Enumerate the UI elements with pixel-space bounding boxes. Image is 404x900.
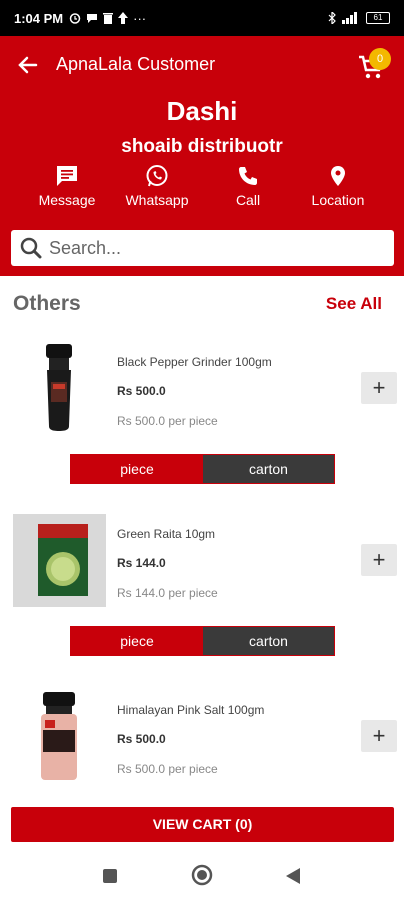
- call-label: Call: [235, 192, 261, 208]
- trash-notification-icon: [103, 13, 114, 24]
- product-name: Black Pepper Grinder 100gm: [117, 355, 272, 369]
- message-label: Message: [38, 192, 96, 208]
- product-per-piece-price: Rs 144.0 per piece: [117, 586, 218, 600]
- signal-icon: [342, 12, 357, 24]
- view-cart-button[interactable]: VIEW CART (0): [11, 807, 394, 842]
- notification-icons: ···: [69, 11, 146, 26]
- unit-piece-option[interactable]: piece: [71, 455, 203, 483]
- whatsapp-icon: [146, 165, 168, 187]
- search-icon: [20, 237, 42, 259]
- battery-icon: 61: [366, 12, 390, 24]
- product-name: Green Raita 10gm: [117, 527, 216, 541]
- product-price: Rs 500.0: [117, 732, 166, 746]
- search-bar[interactable]: [11, 230, 394, 266]
- unit-carton-option[interactable]: carton: [203, 627, 334, 655]
- product-card: Black Pepper Grinder 100gm Rs 500.0 Rs 5…: [0, 342, 404, 518]
- unit-toggle: piece carton: [70, 626, 335, 656]
- unit-toggle: piece carton: [70, 454, 335, 484]
- product-image-green-raita: [13, 514, 106, 607]
- status-time: 1:04 PM: [14, 10, 64, 26]
- phone-icon: [239, 167, 257, 185]
- app-notification-icon: [118, 12, 129, 24]
- message-icon: [57, 166, 77, 186]
- home-circle-icon[interactable]: [191, 864, 213, 886]
- see-all-link[interactable]: See All: [326, 294, 382, 314]
- alarm-icon: [69, 13, 81, 24]
- section-title: Others: [13, 292, 81, 315]
- section-header: Others See All: [0, 276, 404, 334]
- shop-header: ApnaLala Customer 0 Dashi shoaib distrib…: [0, 36, 404, 276]
- bluetooth-icon: [328, 12, 336, 24]
- chat-notification-icon: [87, 14, 98, 23]
- add-to-cart-button[interactable]: +: [361, 720, 397, 752]
- add-to-cart-button[interactable]: +: [361, 372, 397, 404]
- distributor-name: shoaib distribuotr: [121, 136, 283, 157]
- cart-count-badge: 0: [369, 48, 391, 70]
- message-button[interactable]: Message: [22, 164, 112, 208]
- location-pin-icon: [331, 166, 345, 186]
- app-title: ApnaLala Customer: [56, 54, 216, 74]
- product-card: Green Raita 10gm Rs 144.0 Rs 144.0 per p…: [0, 514, 404, 690]
- whatsapp-label: Whatsapp: [125, 192, 189, 208]
- whatsapp-button[interactable]: Whatsapp: [112, 164, 202, 208]
- product-image-pink-salt: [13, 690, 106, 783]
- product-name: Himalayan Pink Salt 100gm: [117, 703, 265, 717]
- product-price: Rs 144.0: [117, 556, 166, 570]
- recents-square-icon[interactable]: [102, 868, 118, 884]
- back-triangle-icon[interactable]: [285, 867, 301, 885]
- product-per-piece-price: Rs 500.0 per piece: [117, 762, 218, 776]
- status-bar: 1:04 PM ··· 61: [0, 0, 404, 36]
- contact-actions: Message Whatsapp Call Location: [0, 164, 404, 214]
- more-notifications-icon: ···: [133, 10, 147, 26]
- back-arrow-icon[interactable]: [14, 51, 42, 79]
- location-button[interactable]: Location: [293, 164, 383, 208]
- product-price: Rs 500.0: [117, 384, 166, 398]
- unit-piece-option[interactable]: piece: [71, 627, 203, 655]
- product-per-piece-price: Rs 500.0 per piece: [117, 414, 218, 428]
- search-input[interactable]: [49, 237, 369, 259]
- location-label: Location: [311, 192, 365, 208]
- shop-name: Dashi: [166, 96, 238, 126]
- call-button[interactable]: Call: [203, 164, 293, 208]
- system-nav-bar: [0, 850, 404, 900]
- system-icons: 61: [328, 12, 390, 24]
- add-to-cart-button[interactable]: +: [361, 544, 397, 576]
- unit-carton-option[interactable]: carton: [203, 455, 334, 483]
- product-image-pepper-grinder: [13, 342, 106, 435]
